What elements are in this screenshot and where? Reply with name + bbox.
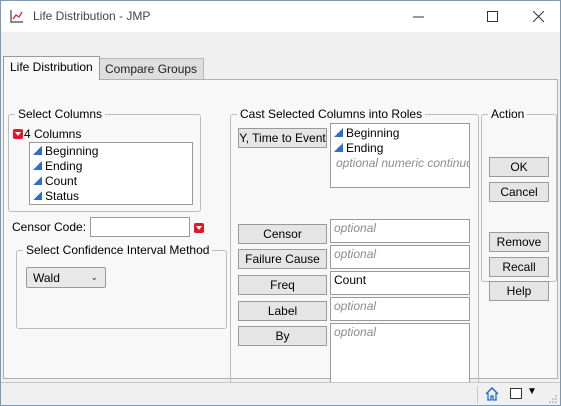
maximize-button[interactable] (469, 1, 515, 31)
jmp-chart-icon (10, 10, 23, 23)
continuous-column-icon (33, 176, 42, 185)
by-role-box[interactable]: optional (330, 323, 470, 386)
freq-button[interactable]: Freq (238, 275, 327, 295)
column-count-label: 4 Columns (24, 127, 82, 141)
freq-role-box[interactable]: Count (330, 271, 470, 295)
list-item[interactable]: Ending (334, 140, 469, 155)
y-time-to-event-role-list[interactable]: Beginning Ending optional numeric contin… (330, 123, 470, 188)
help-button[interactable]: Help (489, 281, 549, 301)
by-button[interactable]: By (238, 326, 327, 346)
resize-grip-icon[interactable] (549, 395, 557, 403)
select-columns-group: Select Columns 4 Columns Beginning Endin… (8, 107, 201, 212)
tab-life-distribution[interactable]: Life Distribution (3, 56, 100, 80)
ci-method-value: Wald (33, 270, 60, 285)
action-label: Action (488, 107, 528, 121)
status-divider (477, 386, 478, 403)
window-icon[interactable] (510, 388, 522, 399)
home-icon[interactable] (485, 387, 499, 401)
continuous-column-icon (334, 128, 343, 137)
maximize-icon (486, 10, 498, 22)
column-list[interactable]: Beginning Ending Count Status (29, 142, 193, 205)
jmp-dialog-window: Life Distribution - JMP Compare Groups L… (0, 0, 561, 406)
close-icon (532, 10, 544, 22)
label-button[interactable]: Label (238, 301, 327, 321)
censor-button[interactable]: Censor (238, 224, 327, 244)
ci-method-select[interactable]: Wald ⌄ (26, 267, 106, 288)
role-placeholder: optional (334, 247, 377, 261)
continuous-column-icon (33, 191, 42, 200)
continuous-column-icon (334, 143, 343, 152)
close-button[interactable] (515, 1, 561, 31)
remove-button[interactable]: Remove (489, 232, 549, 252)
role-placeholder: optional numeric continuous (336, 155, 469, 170)
status-bar: ▼ (1, 382, 560, 405)
label-role-box[interactable]: optional (330, 297, 470, 321)
censor-code-label: Censor Code: (12, 220, 87, 234)
list-item[interactable]: Ending (30, 158, 192, 173)
list-item[interactable]: Status (30, 188, 192, 203)
tab-compare-groups[interactable]: Compare Groups (98, 58, 205, 80)
dropdown-arrow-icon[interactable]: ▼ (527, 386, 537, 397)
failure-cause-role-box[interactable]: optional (330, 245, 470, 269)
tab-panel-life-distribution: Select Columns 4 Columns Beginning Endin… (3, 79, 558, 400)
minimize-icon (412, 16, 424, 17)
freq-value: Count (334, 273, 367, 287)
window-title: Life Distribution - JMP (33, 9, 151, 23)
minimize-button[interactable] (395, 1, 441, 31)
ci-method-group: Select Confidence Interval Method Wald ⌄ (16, 243, 227, 329)
ci-method-label: Select Confidence Interval Method (23, 243, 213, 257)
role-placeholder: optional (334, 221, 377, 235)
red-triangle-menu-icon[interactable] (13, 129, 23, 139)
list-item[interactable]: Beginning (30, 143, 192, 158)
ok-button[interactable]: OK (489, 157, 549, 177)
cast-roles-label: Cast Selected Columns into Roles (237, 107, 426, 121)
continuous-column-icon (33, 161, 42, 170)
column-count-row: 4 Columns (13, 127, 81, 141)
role-placeholder: optional (334, 299, 377, 313)
list-item[interactable]: Beginning (334, 125, 469, 140)
censor-role-box[interactable]: optional (330, 219, 470, 243)
client-area: Compare Groups Life Distribution Select … (1, 32, 560, 400)
y-time-to-event-button[interactable]: Y, Time to Event (238, 128, 327, 148)
failure-cause-button[interactable]: Failure Cause (238, 249, 327, 269)
censor-code-menu-icon[interactable] (194, 223, 204, 233)
cancel-button[interactable]: Cancel (489, 182, 549, 202)
chevron-down-icon: ⌄ (90, 272, 98, 282)
recall-button[interactable]: Recall (489, 257, 549, 277)
list-item[interactable]: Count (30, 173, 192, 188)
title-bar: Life Distribution - JMP (1, 1, 560, 32)
continuous-column-icon (33, 146, 42, 155)
censor-code-input[interactable] (90, 217, 190, 237)
select-columns-label: Select Columns (15, 107, 106, 121)
role-placeholder: optional (334, 325, 377, 339)
